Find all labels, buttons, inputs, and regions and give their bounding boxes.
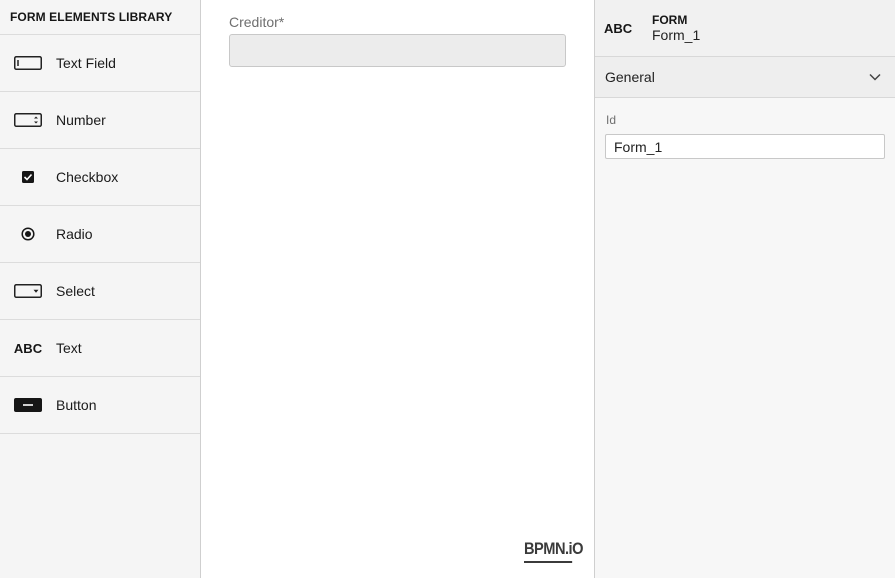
radio-icon xyxy=(14,226,42,242)
id-field-input[interactable] xyxy=(605,134,885,159)
palette-entry-label: Select xyxy=(56,283,95,299)
form-canvas: Creditor* BPMN.iO xyxy=(201,0,594,578)
palette-entry-radio[interactable]: Radio xyxy=(0,206,200,263)
palette-entry-label: Checkbox xyxy=(56,169,119,185)
palette-entry-label: Text Field xyxy=(56,55,116,71)
palette-entry-label: Radio xyxy=(56,226,93,242)
group-title: General xyxy=(605,69,655,85)
palette-entry-select[interactable]: Select xyxy=(0,263,200,320)
element-type-label: FORM xyxy=(652,13,688,27)
textfield-icon xyxy=(14,55,42,71)
general-group-header[interactable]: General xyxy=(595,57,895,98)
palette-entry-number[interactable]: Number xyxy=(0,92,200,149)
id-field-label: Id xyxy=(606,113,617,127)
select-icon xyxy=(14,283,42,299)
palette-entry-button[interactable]: Button xyxy=(0,377,200,434)
properties-panel: ABC FORM Form_1 General Id xyxy=(594,0,895,578)
palette-entry-label: Button xyxy=(56,397,97,413)
palette-entry-label: Text xyxy=(56,340,82,356)
checkbox-icon xyxy=(14,169,42,185)
properties-header: ABC FORM Form_1 xyxy=(595,0,895,57)
form-elements-palette: FORM ELEMENTS LIBRARY Text Field Number … xyxy=(0,0,201,578)
palette-title: FORM ELEMENTS LIBRARY xyxy=(0,0,200,35)
creditor-field-input[interactable] xyxy=(229,34,566,67)
button-icon xyxy=(14,397,42,413)
element-name-label: Form_1 xyxy=(652,27,701,43)
creditor-field-label: Creditor* xyxy=(229,14,285,30)
text-icon: ABC xyxy=(13,340,43,356)
palette-entry-label: Number xyxy=(56,112,106,128)
chevron-down-icon xyxy=(869,71,881,83)
bpmn-io-logo[interactable]: BPMN.iO xyxy=(524,539,583,563)
palette-entry-text[interactable]: ABC Text xyxy=(0,320,200,377)
palette-entry-textfield[interactable]: Text Field xyxy=(0,35,200,92)
number-icon xyxy=(14,112,42,128)
palette-entry-checkbox[interactable]: Checkbox xyxy=(0,149,200,206)
form-type-icon: ABC xyxy=(604,20,633,36)
